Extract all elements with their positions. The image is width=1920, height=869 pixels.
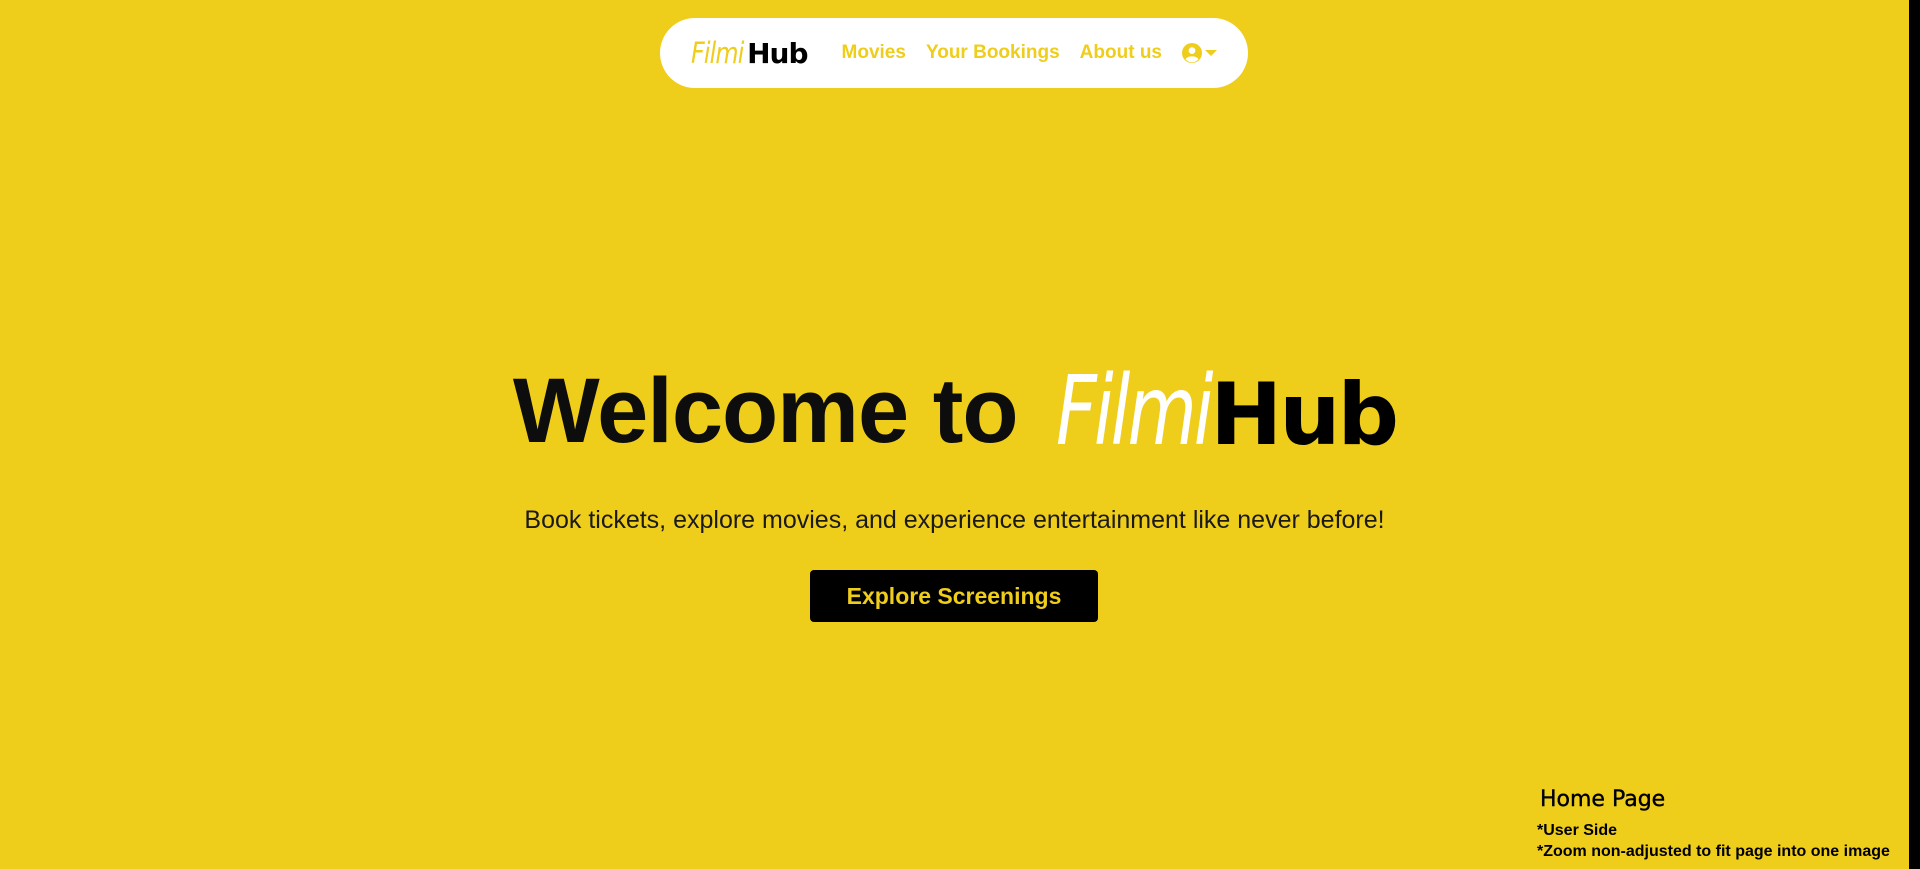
hero-subtitle: Book tickets, explore movies, and experi… xyxy=(524,506,1385,534)
right-edge-strip xyxy=(1909,0,1920,869)
navbar: Filmi Hub Movies Your Bookings About us xyxy=(660,18,1248,88)
user-menu-toggle[interactable] xyxy=(1182,43,1217,63)
nav-link-about-us[interactable]: About us xyxy=(1080,42,1162,64)
hero-title-text: Welcome to xyxy=(512,359,1019,462)
nav-link-your-bookings[interactable]: Your Bookings xyxy=(926,42,1060,64)
hero-title: Welcome to Filmi Hub xyxy=(0,355,1909,467)
caption-note-user-side: *User Side xyxy=(1537,822,1618,839)
caption-title: Home Page xyxy=(1540,787,1666,812)
user-circle-icon xyxy=(1182,43,1202,63)
hero-logo-hub-text: Hub xyxy=(1210,365,1399,465)
logo-filmi-text: Filmi xyxy=(691,35,744,70)
hero-logo-filmi-text: Filmi xyxy=(1055,355,1213,467)
caption-note-zoom: *Zoom non-adjusted to fit page into one … xyxy=(1537,843,1890,860)
hero-logo: Filmi Hub xyxy=(1055,355,1400,467)
nav-link-movies[interactable]: Movies xyxy=(842,42,906,64)
caret-down-icon xyxy=(1205,50,1217,56)
caption: Home Page *User Side *Zoom non-adjusted … xyxy=(1537,787,1890,862)
explore-screenings-button[interactable]: Explore Screenings xyxy=(810,570,1098,622)
nav-logo[interactable]: Filmi Hub xyxy=(691,35,809,70)
logo-hub-text: Hub xyxy=(747,36,808,70)
